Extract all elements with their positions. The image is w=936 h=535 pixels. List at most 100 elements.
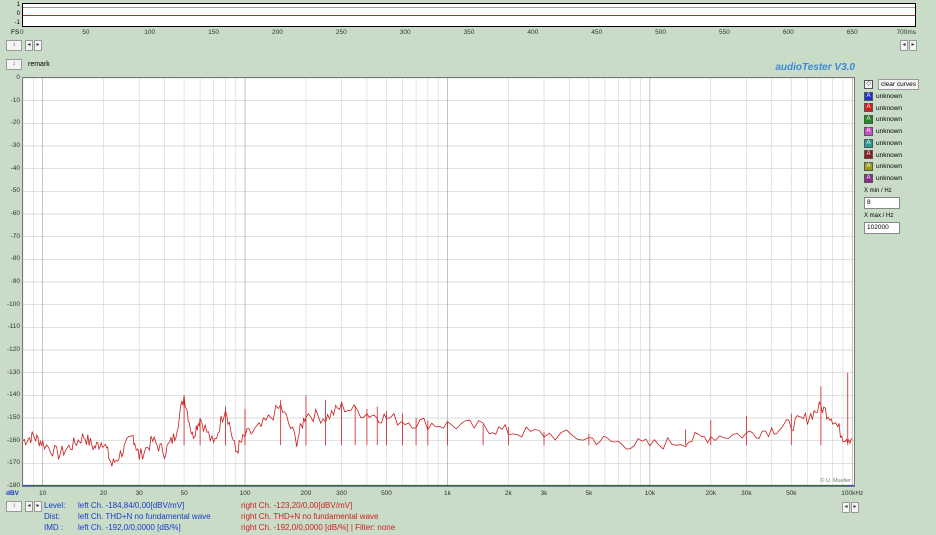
scope-y-tick-0: 0 xyxy=(16,11,20,17)
clear-curves-button[interactable]: clear curves xyxy=(877,79,919,90)
legend-item[interactable]: Aunknown xyxy=(864,161,902,172)
x-tick-label: 50k xyxy=(786,490,797,497)
y-tick-label: -40 xyxy=(10,164,20,172)
curve-color-icon[interactable]: A xyxy=(864,91,873,101)
x-tick-label: 20 xyxy=(99,490,108,497)
curve-color-icon[interactable]: A xyxy=(864,173,873,183)
watermark: © U. Mueller xyxy=(820,478,851,484)
xmin-input[interactable]: 8 xyxy=(864,197,900,209)
scope-x-tick: 700ms xyxy=(896,29,916,36)
legend-item[interactable]: Aunknown xyxy=(864,150,902,161)
scope-x-tick: 300 xyxy=(399,29,411,36)
scope-right-arrow[interactable]: ▸ xyxy=(34,40,42,51)
legend-item[interactable]: Aunknown xyxy=(864,114,902,125)
x-tick-label: 10 xyxy=(38,490,47,497)
scope-x-tick: 150 xyxy=(208,29,219,36)
legend-item-label: unknown xyxy=(876,139,903,147)
y-tick-label: -120 xyxy=(6,346,20,353)
curve-color-icon[interactable]: A xyxy=(864,150,873,160)
dist-label: Dist: xyxy=(44,512,60,521)
y-tick-label: -110 xyxy=(7,323,20,331)
scope-left-arrow[interactable]: ◂ xyxy=(25,40,33,51)
scope-x-tick: 400 xyxy=(527,29,539,36)
y-tick-label: -180 xyxy=(6,482,20,489)
clear-curves-icon[interactable]: ◇ xyxy=(864,79,873,89)
y-tick-label: -50 xyxy=(10,187,20,195)
x-tick-label: 5k xyxy=(585,490,593,497)
scope-zoom-left[interactable]: ◂ xyxy=(900,40,908,51)
x-tick-label: 100kHz xyxy=(841,490,864,497)
legend-item-label: unknown xyxy=(876,163,903,171)
bottom-spin-button[interactable]: ↕ xyxy=(6,501,22,512)
x-tick-label: 30k xyxy=(741,490,752,497)
x-tick-label: 30 xyxy=(135,490,143,497)
x-tick-label: 300 xyxy=(336,490,348,497)
scope-zoom-right[interactable]: ▸ xyxy=(909,40,917,51)
y-tick-label: 0 xyxy=(16,74,20,81)
y-tick-label: -150 xyxy=(6,414,20,421)
curve-color-icon[interactable]: A xyxy=(864,161,873,171)
scope-fs-label: FS xyxy=(11,29,20,36)
xmax-label: X max / Hz xyxy=(864,213,894,219)
scope-x-tick: 250 xyxy=(335,29,347,36)
y-tick-label: -130 xyxy=(6,368,20,376)
legend-item[interactable]: Aunknown xyxy=(864,173,902,184)
x-tick-label: 100 xyxy=(239,490,251,497)
curve-color-icon[interactable]: A xyxy=(864,115,873,125)
x-tick-label: 500 xyxy=(381,490,392,497)
legend-item-label: unknown xyxy=(876,151,903,159)
x-tick-label: 10k xyxy=(644,490,656,497)
spectrum-plot[interactable]: © U. Mueller xyxy=(22,77,855,487)
spectrum-chart xyxy=(23,78,854,486)
scope-x-tick: 100 xyxy=(144,29,156,36)
freq-zoom-left[interactable]: ◂ xyxy=(842,502,850,513)
legend-item[interactable]: Aunknown xyxy=(864,91,902,102)
scope-spin-button[interactable]: ↕ xyxy=(6,40,22,51)
bottom-right-arrow[interactable]: ▸ xyxy=(34,501,42,512)
y-tick-label: -70 xyxy=(10,232,20,240)
legend-item-label: unknown xyxy=(876,116,903,124)
y-tick-label: -140 xyxy=(6,391,20,399)
dist-right: right Ch. THD+N no fundamental wave xyxy=(241,512,379,521)
x-tick-label: 20k xyxy=(705,490,717,497)
xmin-label: X min / Hz xyxy=(864,188,892,194)
scope-x-tick: 0 xyxy=(20,29,24,36)
clear-curves-row[interactable]: ◇ clear curves xyxy=(864,79,919,90)
bottom-left-arrow[interactable]: ◂ xyxy=(25,501,33,512)
freq-zoom-right[interactable]: ▸ xyxy=(851,502,859,513)
spectrum-trace xyxy=(23,395,853,467)
x-tick-label: 200 xyxy=(300,490,312,497)
y-tick-label: -170 xyxy=(6,459,20,467)
scope-x-tick: 450 xyxy=(591,29,603,36)
y-tick-label: -100 xyxy=(6,300,20,308)
x-tick-label: 50 xyxy=(180,490,188,497)
legend-item-label: unknown xyxy=(876,174,903,182)
imd-label: IMD : xyxy=(44,523,64,532)
curve-color-icon[interactable]: A xyxy=(864,138,873,148)
scope-x-tick: 50 xyxy=(82,29,90,36)
remark-label: remark xyxy=(28,61,50,68)
scope-x-tick: 650 xyxy=(846,29,858,36)
level-left: left Ch. -184,84/0,00[dBV/mV] xyxy=(78,501,185,510)
scope-x-tick: 500 xyxy=(655,29,666,36)
scope-signal-line xyxy=(23,15,915,16)
x-tick-label: 1k xyxy=(443,490,451,497)
dist-left: left Ch. THD+N no fundamental wave xyxy=(78,512,211,521)
remark-spin-button[interactable]: ↕ xyxy=(6,59,22,70)
legend-item[interactable]: Aunknown xyxy=(864,126,902,137)
scope-y-tick-neg1: -1 xyxy=(14,20,20,26)
legend-item[interactable]: Aunknown xyxy=(864,138,902,149)
legend-item[interactable]: Aunknown xyxy=(864,103,902,114)
x-tick-label: 3k xyxy=(540,490,548,497)
imd-right: right Ch. -192,0/0,0000 [dB/%] | Filter:… xyxy=(241,523,396,532)
y-tick-label: -80 xyxy=(10,255,20,263)
y-unit-label: dBV xyxy=(6,490,19,497)
y-tick-label: -20 xyxy=(10,119,20,127)
legend-item-label: unknown xyxy=(876,104,903,112)
curve-color-icon[interactable]: A xyxy=(864,103,873,113)
y-tick-label: -30 xyxy=(10,142,20,149)
legend-item-label: unknown xyxy=(876,128,903,136)
curve-color-icon[interactable]: A xyxy=(864,126,873,136)
legend-item-label: unknown xyxy=(876,93,903,100)
xmax-input[interactable]: 102000 xyxy=(864,222,900,234)
